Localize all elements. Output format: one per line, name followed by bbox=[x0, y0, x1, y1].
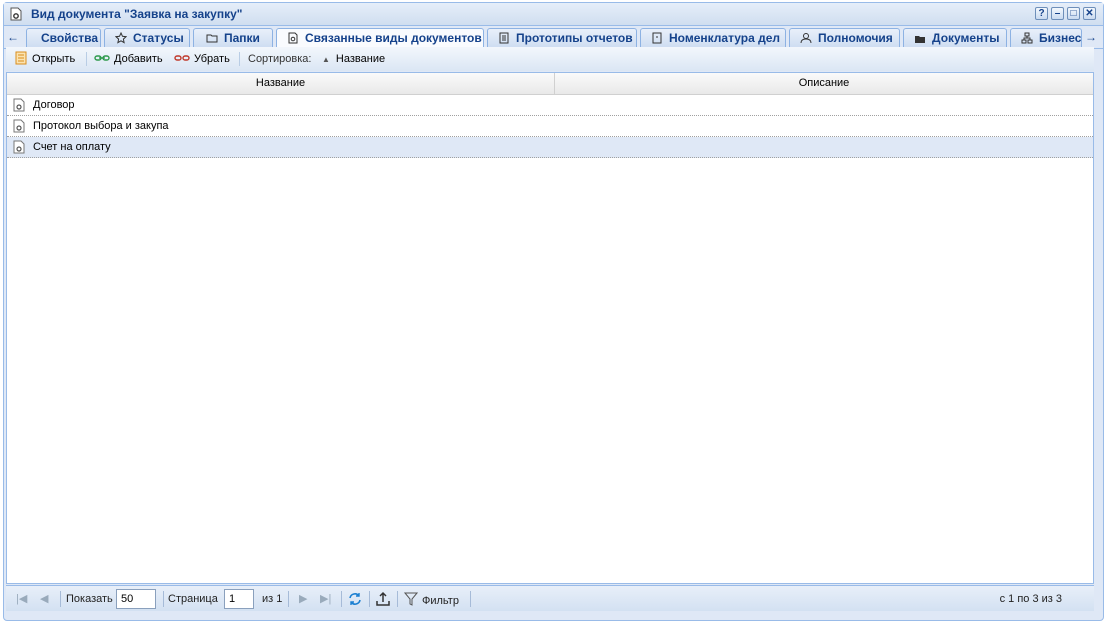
pager-separator bbox=[470, 591, 471, 607]
window-title: Вид документа "Заявка на закупку" bbox=[31, 7, 243, 21]
last-page-icon[interactable]: ▶| bbox=[320, 591, 331, 607]
tab-label: Связанные виды документов bbox=[305, 31, 482, 45]
tab-label: Полномочия bbox=[818, 31, 893, 45]
pager-separator bbox=[288, 591, 289, 607]
tab-label: Документы bbox=[932, 31, 1000, 45]
refresh-button[interactable] bbox=[347, 591, 363, 607]
page-size-input[interactable] bbox=[116, 589, 156, 609]
refresh-icon bbox=[349, 593, 361, 605]
export-icon bbox=[376, 591, 390, 606]
toolbar-separator bbox=[86, 52, 87, 66]
tab-scroll-right-icon[interactable]: → bbox=[1084, 30, 1098, 46]
sort-field-label: Название bbox=[335, 53, 386, 65]
table-row-selected[interactable]: Счет на оплату bbox=[7, 137, 1093, 158]
tab-related-document-types[interactable]: Связанные виды документов bbox=[276, 28, 484, 49]
tab-permissions[interactable]: Полномочия bbox=[789, 28, 900, 48]
remove-label: Убрать bbox=[194, 53, 230, 65]
document-type-icon bbox=[13, 140, 25, 154]
tab-label: Папки bbox=[224, 31, 260, 45]
help-button[interactable]: ? bbox=[1035, 7, 1048, 20]
column-header-description[interactable]: Описание bbox=[555, 73, 1093, 94]
prev-page-icon[interactable]: ◀ bbox=[40, 591, 48, 607]
tab-business[interactable]: Бизнес- bbox=[1010, 28, 1082, 48]
pager-separator bbox=[341, 591, 342, 607]
table-row[interactable]: Договор bbox=[7, 95, 1093, 116]
first-page-icon[interactable]: |◀ bbox=[16, 591, 27, 607]
tab-label: Статусы bbox=[133, 31, 184, 45]
gear-document-icon bbox=[10, 7, 22, 21]
next-page-icon[interactable]: ▶ bbox=[299, 591, 307, 607]
tab-properties[interactable]: Свойства bbox=[26, 28, 101, 48]
open-button[interactable]: Открыть bbox=[14, 51, 75, 67]
records-summary: с 1 по 3 из 3 bbox=[999, 593, 1062, 605]
folder-icon bbox=[206, 34, 218, 43]
nomenclature-icon bbox=[652, 32, 662, 44]
maximize-button[interactable]: □ bbox=[1067, 7, 1080, 20]
row-name: Протокол выбора и закупа bbox=[33, 120, 169, 132]
sort-label: Сортировка: bbox=[248, 53, 312, 65]
open-label: Открыть bbox=[32, 53, 76, 65]
tab-folders[interactable]: Папки bbox=[193, 28, 273, 48]
link-remove-icon bbox=[174, 55, 190, 61]
minimize-button[interactable]: – bbox=[1051, 7, 1064, 20]
row-name: Счет на оплату bbox=[33, 141, 111, 153]
grid-header: Название Описание bbox=[7, 73, 1093, 95]
tab-strip: ← Свойства Статусы Папки Связанные виды … bbox=[4, 26, 1103, 49]
hierarchy-icon bbox=[1021, 32, 1033, 44]
table-row[interactable]: Протокол выбора и закупа bbox=[7, 116, 1093, 137]
user-key-icon bbox=[800, 33, 812, 44]
documents-icon bbox=[915, 36, 925, 43]
tab-label: Прототипы отчетов bbox=[516, 31, 633, 45]
sort-by-name-button[interactable]: ▲ Название bbox=[322, 51, 385, 67]
column-header-name[interactable]: Название bbox=[7, 73, 555, 94]
page-label: Страница bbox=[168, 593, 218, 605]
tab-documents[interactable]: Документы bbox=[903, 28, 1007, 48]
close-button[interactable]: ✕ bbox=[1083, 7, 1096, 20]
star-icon bbox=[115, 32, 127, 44]
filter-button[interactable]: Фильтр bbox=[403, 591, 459, 607]
sort-ascending-icon: ▲ bbox=[322, 55, 330, 64]
link-add-icon bbox=[94, 55, 110, 61]
document-type-icon bbox=[13, 98, 25, 112]
page-count-label: из 1 bbox=[262, 593, 283, 605]
toolbar: Открыть Добавить Убрать Сортировка: ▲ Наз… bbox=[6, 47, 1094, 71]
tab-label: Бизнес- bbox=[1039, 31, 1082, 45]
show-label: Показать bbox=[66, 593, 113, 605]
row-name: Договор bbox=[33, 99, 75, 111]
add-label: Добавить bbox=[114, 53, 163, 65]
toolbar-separator bbox=[239, 52, 240, 66]
filter-icon bbox=[403, 592, 419, 606]
filter-label: Фильтр bbox=[422, 595, 459, 607]
pager-separator bbox=[163, 591, 164, 607]
open-icon bbox=[15, 51, 27, 65]
tab-report-prototypes[interactable]: Прототипы отчетов bbox=[487, 28, 637, 48]
page-number-input[interactable] bbox=[224, 589, 254, 609]
tab-statuses[interactable]: Статусы bbox=[104, 28, 190, 48]
pagination-bar: |◀ ◀ Показать Страница из 1 ▶ ▶| Фильтр … bbox=[6, 585, 1094, 611]
pager-separator bbox=[397, 591, 398, 607]
add-button[interactable]: Добавить bbox=[94, 51, 163, 67]
pager-separator bbox=[60, 591, 61, 607]
related-document-types-grid: Название Описание Договор Протокол выбор… bbox=[6, 72, 1094, 584]
title-bar: Вид документа "Заявка на закупку" ? – □ … bbox=[4, 3, 1103, 26]
tab-scroll-left-icon[interactable]: ← bbox=[6, 30, 20, 46]
tab-label: Свойства bbox=[41, 31, 99, 45]
tab-nomenclature[interactable]: Номенклатура дел bbox=[640, 28, 786, 48]
tab-label: Номенклатура дел bbox=[669, 31, 781, 45]
document-type-icon bbox=[13, 119, 25, 133]
pager-separator bbox=[369, 591, 370, 607]
export-button[interactable] bbox=[375, 591, 391, 607]
gear-document-icon bbox=[288, 32, 298, 44]
report-icon bbox=[499, 32, 509, 44]
remove-button[interactable]: Убрать bbox=[174, 51, 230, 67]
